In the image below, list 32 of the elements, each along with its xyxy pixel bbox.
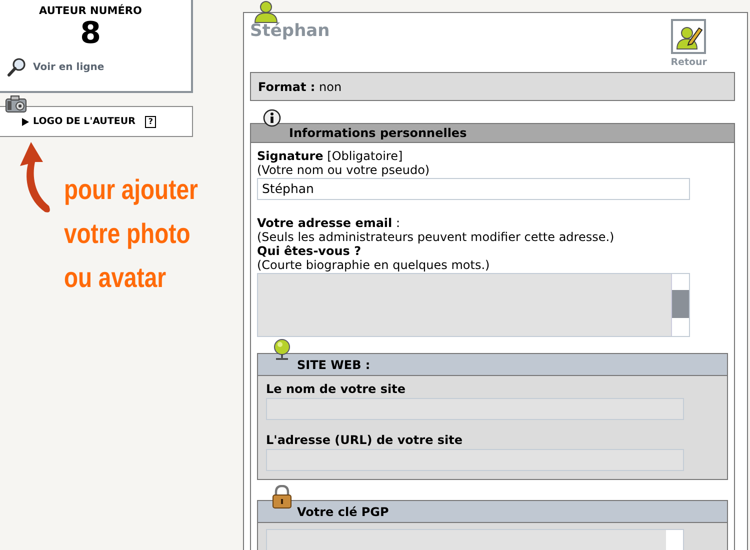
camera-icon [5, 95, 27, 113]
view-online-link[interactable]: Voir en ligne [33, 62, 104, 72]
annotation-text: pour ajouter [64, 173, 198, 207]
info-icon [263, 109, 281, 127]
signature-field[interactable]: Stéphan [257, 178, 690, 200]
field-hint: (Seuls les administrateurs peuvent modifier cette adresse.) [257, 230, 616, 244]
section-title: Votre clé PGP [297, 504, 389, 518]
section-title: SITE WEB : [297, 358, 370, 372]
author-logo-link[interactable]: LOGO DE L'AUTEUR [33, 116, 136, 127]
search-icon [7, 57, 27, 77]
annotation-text: ou avatar [64, 261, 168, 295]
text-field[interactable] [266, 398, 684, 420]
author-number: 8 [79, 17, 102, 51]
format-text: Format : non [258, 80, 342, 94]
scrollbar[interactable] [671, 274, 689, 336]
field-label: Le nom de votre site [266, 382, 407, 396]
field-label: L'adresse (URL) de votre site [266, 433, 464, 447]
annotation-text: votre photo [64, 217, 192, 251]
author-name-title: Stéphan [250, 21, 330, 41]
field-hint: (Courte biographie en quelques mots.) [257, 258, 491, 272]
person-icon [253, 1, 279, 23]
help-button[interactable]: ? [145, 116, 156, 128]
triangle-icon[interactable] [22, 118, 29, 126]
field-label: Qui êtes-vous ? [257, 244, 362, 258]
field-label: Votre adresse email : [257, 216, 402, 230]
field-hint: (Votre nom ou votre pseudo) [257, 163, 431, 177]
author-heading: AUTEUR NUMÉRO [38, 5, 143, 17]
section-title: Informations personnelles [289, 126, 467, 140]
text-field[interactable] [266, 449, 684, 471]
globe-icon [272, 339, 292, 361]
biography-field[interactable] [257, 273, 690, 337]
field-label: Signature [Obligatoire] [257, 149, 404, 163]
